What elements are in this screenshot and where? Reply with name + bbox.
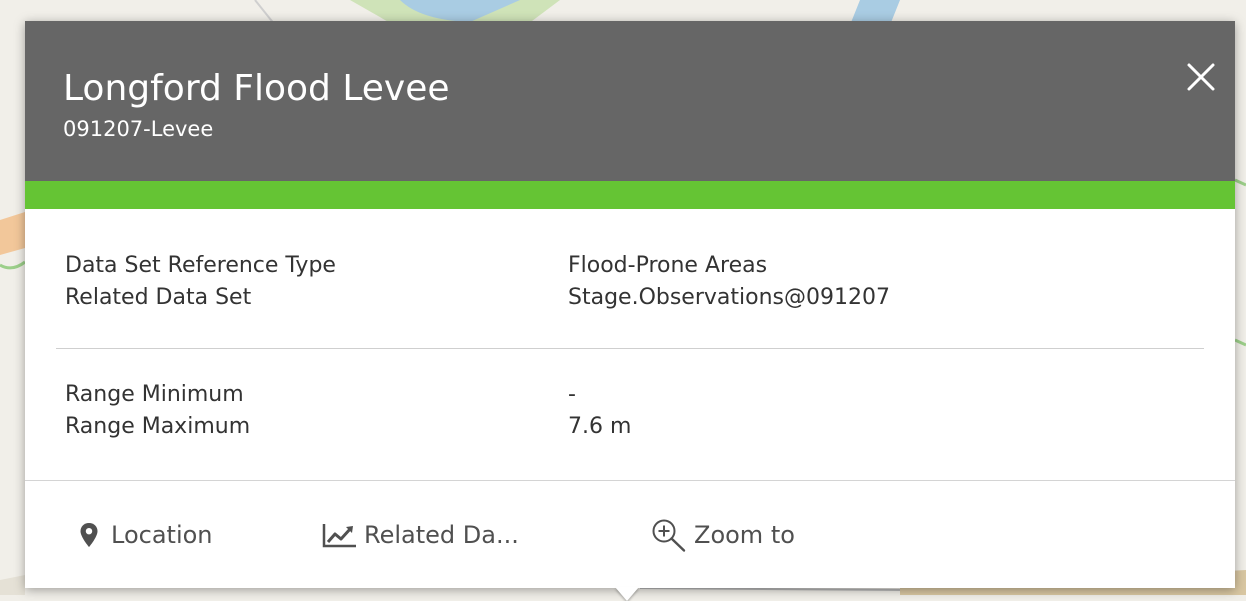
location-action-label: Location	[111, 521, 213, 549]
zoom-to-action-label: Zoom to	[694, 521, 795, 549]
related-data-action[interactable]: Related Da...	[322, 515, 519, 555]
map-pin-icon	[80, 523, 98, 547]
attribute-label: Data Set Reference Type	[65, 253, 336, 278]
close-icon	[1187, 63, 1215, 91]
line-chart-icon	[322, 524, 356, 548]
attribute-label: Range Minimum	[65, 382, 244, 407]
popup-pointer	[615, 587, 639, 601]
attribute-value: Stage.Observations@091207	[568, 285, 890, 310]
popup-header: Longford Flood Levee 091207-Levee	[25, 21, 1235, 181]
attribute-label: Range Maximum	[65, 414, 251, 439]
location-action[interactable]: Location	[79, 515, 213, 555]
popup-subtitle: 091207-Levee	[63, 117, 214, 141]
feature-popup: Longford Flood Levee 091207-Levee Data S…	[25, 21, 1235, 601]
attribute-value: 7.6 m	[568, 414, 632, 439]
attributes-divider	[56, 348, 1204, 349]
related-data-action-label: Related Da...	[364, 521, 519, 549]
attribute-label: Related Data Set	[65, 285, 252, 310]
popup-title: Longford Flood Levee	[63, 68, 450, 109]
footer-divider	[25, 480, 1235, 481]
popup-accent-bar	[25, 181, 1235, 209]
zoom-to-action[interactable]: Zoom to	[650, 515, 795, 555]
attribute-value: -	[568, 382, 576, 407]
attribute-value: Flood-Prone Areas	[568, 253, 768, 278]
zoom-in-icon	[652, 519, 686, 552]
close-button[interactable]	[1179, 55, 1223, 99]
